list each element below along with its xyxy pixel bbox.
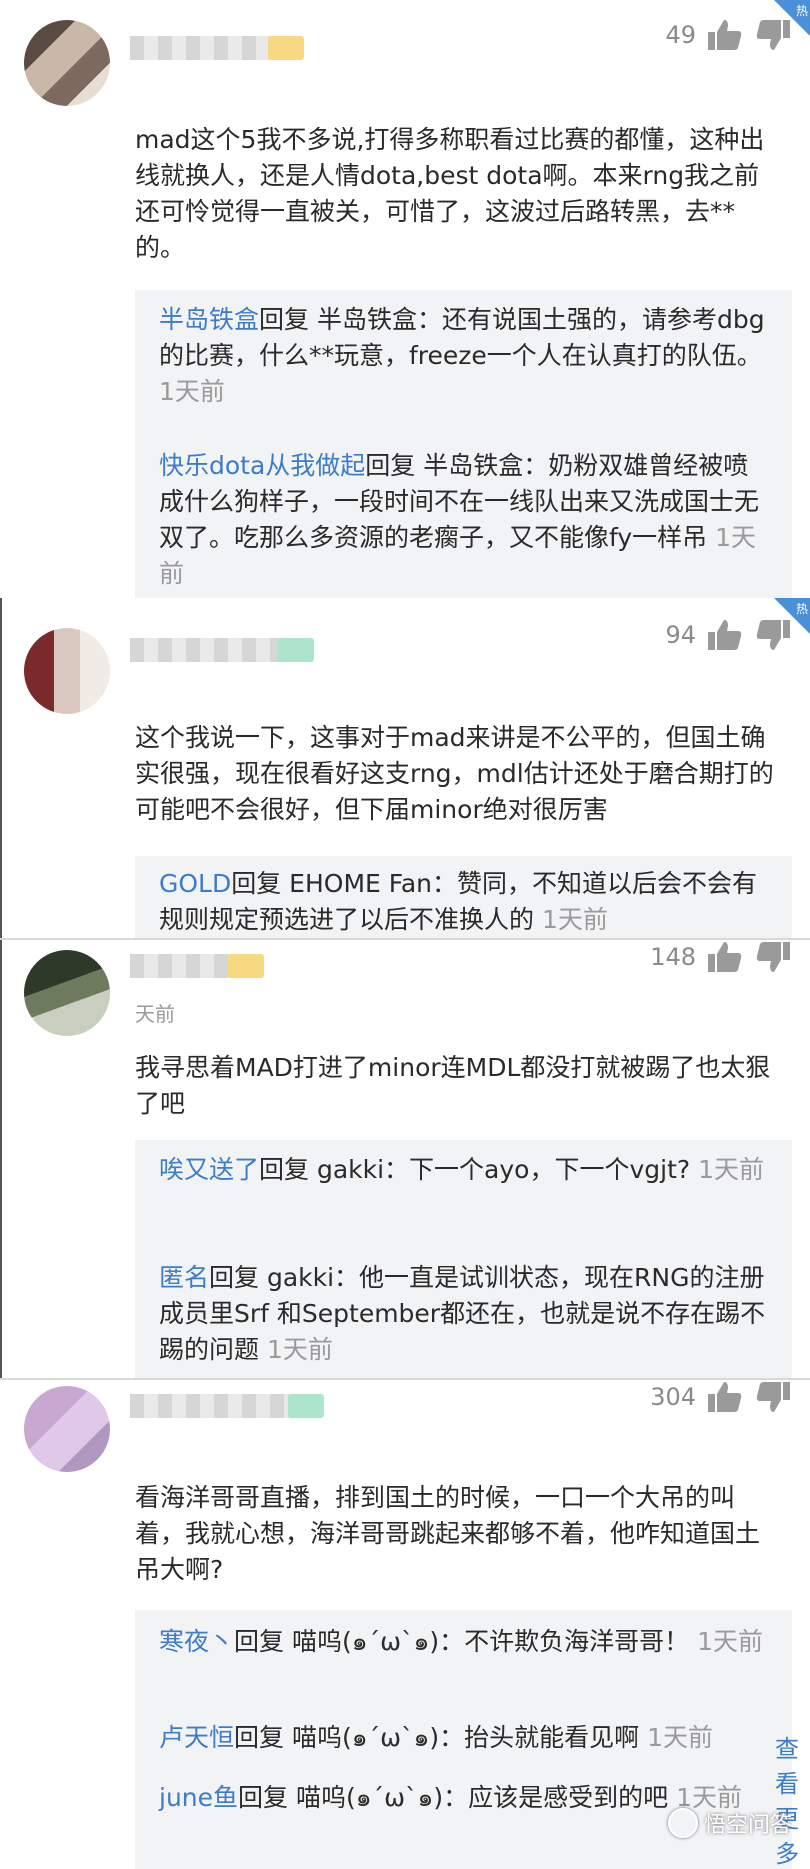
reply-box: GOLD回复 EHOME Fan：赞同，不知道以后会不会有规则规定预选进了以后不…: [135, 856, 792, 938]
username-blurred[interactable]: [130, 954, 264, 978]
like-area: 148: [650, 940, 792, 974]
like-count: 94: [665, 621, 696, 649]
reply-text: 回复 喵呜(๑´ω`๑)：不许欺负海洋哥哥！: [234, 1627, 690, 1656]
comment-card: 天前 148 我寻思着MAD打进了minor连MDL都没打就被踢了也太狠了吧 唉…: [0, 938, 810, 1380]
reply-box: 半岛铁盒回复 半岛铁盒：还有说国土强的，请参考dbg的比赛，什么**玩意，fre…: [135, 290, 792, 600]
thumbs-down-icon[interactable]: [754, 940, 792, 974]
reply-author[interactable]: 唉又送了: [159, 1155, 259, 1184]
faded-time: 天前: [135, 1002, 175, 1026]
reply-item[interactable]: 半岛铁盒回复 半岛铁盒：还有说国土强的，请参考dbg的比赛，什么**玩意，fre…: [159, 302, 768, 410]
reply-text: 回复 EHOME Fan：赞同，不知道以后会不会有规则规定预选进了以后不准换人的: [159, 869, 758, 934]
reply-author[interactable]: 卢天恒: [159, 1723, 234, 1752]
reply-item[interactable]: 快乐dota从我做起回复 半岛铁盒：奶粉双雄曾经被喷成什么狗样子，一段时间不在一…: [159, 448, 768, 592]
username-blurred[interactable]: [130, 1394, 324, 1418]
comment-card: 304 看海洋哥哥直播，排到国土的时候，一口一个大吊的叫着，我就心想，海洋哥哥跳…: [0, 1378, 810, 1869]
reply-time: 1天前: [647, 1723, 714, 1752]
reply-text: 回复 gakki：他一直是试训状态，现在RNG的注册成员里Srf 和Septem…: [159, 1263, 766, 1364]
reply-item[interactable]: 寒夜丶回复 喵呜(๑´ω`๑)：不许欺负海洋哥哥！ 1天前: [159, 1624, 768, 1660]
reply-item[interactable]: GOLD回复 EHOME Fan：赞同，不知道以后会不会有规则规定预选进了以后不…: [159, 866, 768, 938]
avatar[interactable]: [24, 628, 110, 714]
reply-time: 1天前: [541, 905, 608, 934]
comment-text: 这个我说一下，这事对于mad来讲是不公平的，但国土确实很强，现在很看好这支rng…: [135, 723, 774, 824]
reply-author[interactable]: 快乐dota从我做起: [159, 451, 365, 480]
avatar[interactable]: [24, 20, 110, 106]
reply-author[interactable]: 半岛铁盒: [159, 305, 259, 334]
like-count: 148: [650, 943, 696, 971]
avatar[interactable]: [24, 950, 110, 1036]
reply-item[interactable]: 唉又送了回复 gakki：下一个ayo，下一个vgjt? 1天前: [159, 1152, 768, 1188]
thumbs-up-icon[interactable]: [706, 940, 744, 974]
comment-text: 我寻思着MAD打进了minor连MDL都没打就被踢了也太狠了吧: [135, 1053, 771, 1118]
reply-time: 1天前: [697, 1627, 764, 1656]
reply-item[interactable]: 卢天恒回复 喵呜(๑´ω`๑)：抬头就能看见啊 1天前: [159, 1720, 768, 1756]
reply-text: 回复 喵呜(๑´ω`๑)：抬头就能看见啊: [234, 1723, 640, 1752]
like-count: 49: [665, 21, 696, 49]
thumbs-down-icon[interactable]: [754, 18, 792, 52]
reply-text: 回复 喵呜(๑´ω`๑)：应该是感受到的吧: [238, 1783, 669, 1812]
reply-author[interactable]: GOLD: [159, 869, 231, 898]
thumbs-up-icon[interactable]: [706, 18, 744, 52]
like-count: 304: [650, 1383, 696, 1411]
comment-card: 热 94 这个我说一下，这事对于mad来讲是不公平的，但国土确实很强，现在很看好…: [0, 598, 810, 938]
watermark: 悟空问答: [667, 1807, 792, 1839]
see-more-link[interactable]: 查看更多: [775, 1729, 799, 1869]
reply-author[interactable]: 匿名: [159, 1263, 209, 1292]
like-area: 304: [650, 1380, 792, 1414]
reply-item[interactable]: 匿名回复 gakki：他一直是试训状态，现在RNG的注册成员里Srf 和Sept…: [159, 1260, 768, 1368]
comment-card: 热 49 mad这个5我不多说,打得多称职看过比赛的都懂，这种出线就换人，还是人…: [0, 0, 810, 600]
avatar[interactable]: [24, 1386, 110, 1472]
reply-author[interactable]: 寒夜丶: [159, 1627, 234, 1656]
thumbs-up-icon[interactable]: [706, 618, 744, 652]
username-blurred[interactable]: [130, 36, 304, 60]
like-area: 94: [665, 618, 792, 652]
comment-text: 看海洋哥哥直播，排到国土的时候，一口一个大吊的叫着，我就心想，海洋哥哥跳起来都够…: [135, 1483, 761, 1584]
reply-time: 1天前: [266, 1335, 333, 1364]
thumbs-down-icon[interactable]: [754, 1380, 792, 1414]
thumbs-up-icon[interactable]: [706, 1380, 744, 1414]
reply-time: 1天前: [698, 1155, 765, 1184]
thumbs-down-icon[interactable]: [754, 618, 792, 652]
reply-author[interactable]: june鱼: [159, 1783, 238, 1812]
reply-time: 1天前: [159, 377, 225, 406]
comment-text: mad这个5我不多说,打得多称职看过比赛的都懂，这种出线就换人，还是人情dota…: [135, 125, 765, 262]
wukong-logo-icon: [667, 1808, 698, 1838]
like-area: 49: [665, 18, 792, 52]
reply-text: 回复 gakki：下一个ayo，下一个vgjt?: [259, 1155, 691, 1184]
reply-box: 唉又送了回复 gakki：下一个ayo，下一个vgjt? 1天前 匿名回复 ga…: [135, 1140, 792, 1380]
username-blurred[interactable]: [130, 638, 314, 662]
